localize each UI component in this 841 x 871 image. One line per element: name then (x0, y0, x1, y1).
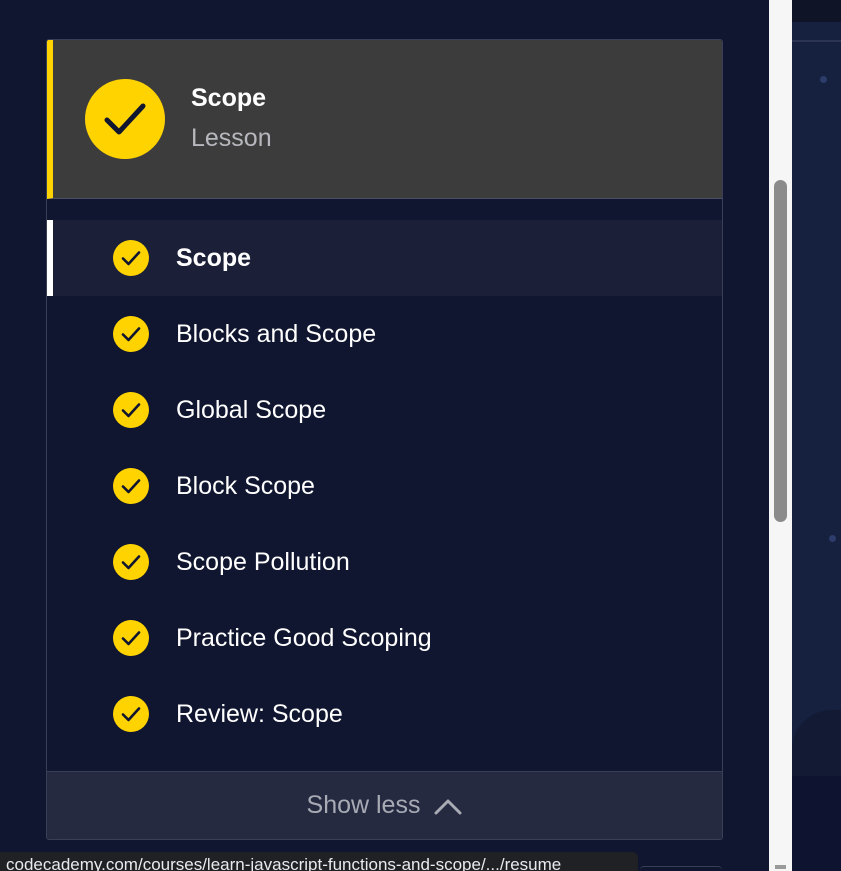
completed-check-icon (85, 79, 165, 159)
show-less-button[interactable]: Show less (47, 771, 722, 839)
top-bar (792, 0, 841, 22)
lesson-item[interactable]: Scope Pollution (47, 524, 722, 600)
lesson-item-label: Review: Scope (176, 699, 343, 728)
link-status-bar: codecademy.com/courses/learn-javascript-… (0, 852, 638, 871)
lesson-item-label: Scope Pollution (176, 547, 350, 576)
course-sidebar-pane: Scope Lesson Scope Blocks and Scope Glob… (0, 0, 769, 871)
lesson-item[interactable]: Review: Scope (47, 676, 722, 752)
next-card-edge (640, 866, 722, 871)
lesson-header[interactable]: Scope Lesson (47, 40, 722, 199)
lesson-item-label: Practice Good Scoping (176, 623, 432, 652)
check-icon (113, 696, 149, 732)
check-icon (113, 392, 149, 428)
lesson-item[interactable]: Scope (47, 220, 722, 296)
check-icon (113, 240, 149, 276)
lesson-title: Scope (191, 84, 267, 112)
star-decoration (829, 535, 836, 542)
divider (792, 40, 841, 42)
check-icon (113, 544, 149, 580)
chevron-up-icon (434, 797, 462, 815)
lesson-item[interactable]: Block Scope (47, 448, 722, 524)
lesson-item-label: Blocks and Scope (176, 319, 377, 348)
lesson-type: Lesson (191, 124, 272, 152)
lesson-card: Scope Lesson Scope Blocks and Scope Glob… (46, 39, 723, 840)
lesson-item[interactable]: Global Scope (47, 372, 722, 448)
content-pane (792, 0, 841, 871)
lesson-item[interactable]: Blocks and Scope (47, 296, 722, 372)
scrollbar-thumb[interactable] (774, 180, 787, 522)
star-decoration (820, 76, 827, 83)
check-icon (113, 620, 149, 656)
lesson-item-list: Scope Blocks and Scope Global Scope Bloc… (47, 220, 722, 752)
scroll-down-arrow-icon[interactable] (775, 865, 786, 869)
lesson-item-label: Global Scope (176, 395, 327, 424)
lesson-item[interactable]: Practice Good Scoping (47, 600, 722, 676)
vertical-scrollbar[interactable] (769, 0, 792, 871)
check-icon (113, 468, 149, 504)
lesson-item-label: Scope (176, 243, 252, 272)
show-less-label: Show less (306, 791, 421, 819)
check-icon (113, 316, 149, 352)
ground-decoration (792, 776, 841, 871)
lesson-item-label: Block Scope (176, 471, 315, 500)
